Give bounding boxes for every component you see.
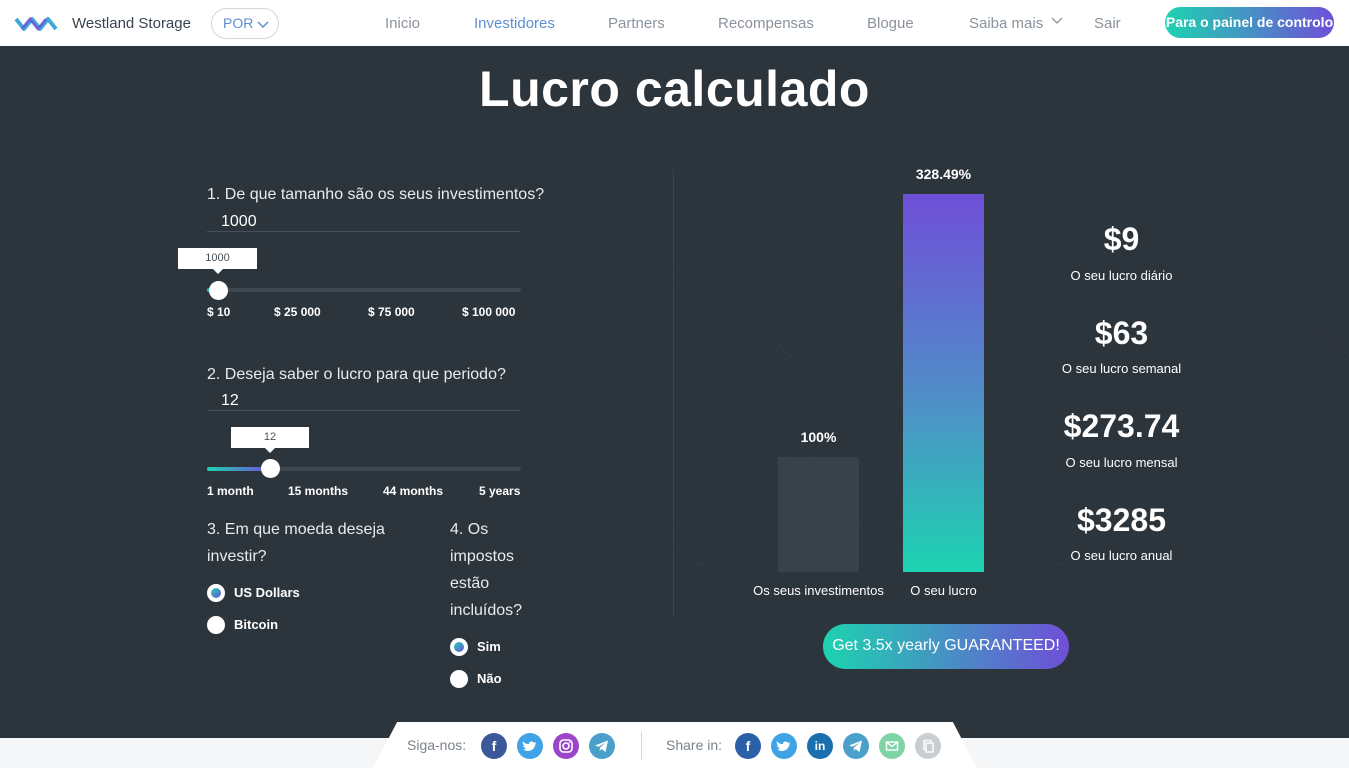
guaranteed-cta-button[interactable]: Get 3.5x yearly GUARANTEED! xyxy=(823,624,1069,669)
period-tick: 1 month xyxy=(207,484,254,498)
facebook-icon[interactable]: f xyxy=(735,733,761,759)
period-input-underline xyxy=(207,410,520,411)
share-label: Share in: xyxy=(666,737,723,753)
twitter-icon[interactable] xyxy=(771,733,797,759)
telegram-icon[interactable] xyxy=(843,733,869,759)
stat-daily-value: $9 xyxy=(1103,221,1140,257)
westland-logo-icon[interactable] xyxy=(14,9,60,37)
twitter-icon[interactable] xyxy=(517,733,543,759)
stat-daily-label: O seu lucro diário xyxy=(1070,268,1173,283)
period-input[interactable]: 12 xyxy=(221,392,239,410)
nav-partners[interactable]: Partners xyxy=(608,15,665,32)
chevron-down-icon xyxy=(257,21,269,29)
nav-blogue[interactable]: Blogue xyxy=(867,15,914,32)
radio-sim[interactable] xyxy=(450,638,468,656)
period-tick: 15 months xyxy=(288,484,349,498)
facebook-icon[interactable]: f xyxy=(481,733,507,759)
stat-monthly-label: O seu lucro mensal xyxy=(1065,455,1178,470)
radio-us-dollars[interactable] xyxy=(207,584,225,602)
nav-inicio[interactable]: Inicio xyxy=(385,15,420,32)
amount-slider-track[interactable] xyxy=(207,288,521,292)
chevron-down-icon[interactable] xyxy=(1051,14,1063,26)
period-tick: 44 months xyxy=(383,484,444,498)
amount-input-underline xyxy=(207,231,520,232)
chart-category-label: O seu lucro xyxy=(910,583,977,598)
chart-bar xyxy=(778,457,859,572)
social-divider xyxy=(641,732,642,760)
question-currency: 3. Em que moeda deseja investir? xyxy=(207,521,385,565)
stat-weekly-value: $63 xyxy=(1094,315,1149,351)
copy-icon[interactable] xyxy=(915,733,941,759)
radio-label-sim[interactable]: Sim xyxy=(477,639,501,654)
nav-saiba-mais[interactable]: Saiba mais xyxy=(969,15,1043,32)
instagram-icon[interactable] xyxy=(553,733,579,759)
radio-nao[interactable] xyxy=(450,670,468,688)
chart-bar xyxy=(903,194,984,572)
amount-slider-thumb[interactable] xyxy=(209,281,228,300)
period-tooltip: 12 xyxy=(231,427,309,453)
stat-monthly-value: $273.74 xyxy=(1063,408,1180,444)
amount-tick: $ 10 xyxy=(207,305,231,319)
question-amount: 1. De que tamanho são os seus investimen… xyxy=(207,186,545,203)
nav-recompensas[interactable]: Recompensas xyxy=(718,15,814,32)
radio-label-nao[interactable]: Não xyxy=(477,671,502,686)
radio-label-bitcoin[interactable]: Bitcoin xyxy=(234,617,278,632)
amount-tooltip: 1000 xyxy=(178,248,257,274)
stat-weekly-label: O seu lucro semanal xyxy=(1061,361,1182,376)
period-tick: 5 years xyxy=(479,484,521,498)
top-navbar: Westland Storage POR Inicio Investidores… xyxy=(0,0,1349,46)
radio-bitcoin[interactable] xyxy=(207,616,225,634)
period-slider-thumb[interactable] xyxy=(261,459,280,478)
telegram-icon[interactable] xyxy=(589,733,615,759)
amount-input[interactable]: 1000 xyxy=(221,213,257,231)
dashboard-button[interactable]: Para o painel de controlo xyxy=(1165,7,1334,38)
language-label: POR xyxy=(223,15,254,31)
email-icon[interactable] xyxy=(879,733,905,759)
amount-tick: $ 25 000 xyxy=(274,305,321,319)
page-title: Lucro calculado xyxy=(479,61,870,117)
amount-tick: $ 100 000 xyxy=(462,305,516,319)
question-taxes: 4. Os impostos estão incluídos? xyxy=(450,521,523,619)
linkedin-icon[interactable]: in xyxy=(807,733,833,759)
section-divider xyxy=(673,170,674,618)
nav-sair[interactable]: Sair xyxy=(1094,15,1121,32)
amount-tick: $ 75 000 xyxy=(368,305,415,319)
background-pattern xyxy=(539,245,1349,567)
chart-bar-value-label: 328.49% xyxy=(915,166,972,182)
radio-label-us-dollars[interactable]: US Dollars xyxy=(234,585,300,600)
stat-yearly-label: O seu lucro anual xyxy=(1070,548,1173,563)
stat-yearly-value: $3285 xyxy=(1077,502,1166,538)
brand-name[interactable]: Westland Storage xyxy=(72,15,191,32)
follow-label: Siga-nos: xyxy=(407,737,467,753)
language-selector[interactable]: POR xyxy=(211,8,279,39)
question-period: 2. Deseja saber o lucro para que periodo… xyxy=(207,366,506,383)
chart-bar-value-label: 100% xyxy=(800,429,837,445)
nav-investidores[interactable]: Investidores xyxy=(474,15,555,32)
